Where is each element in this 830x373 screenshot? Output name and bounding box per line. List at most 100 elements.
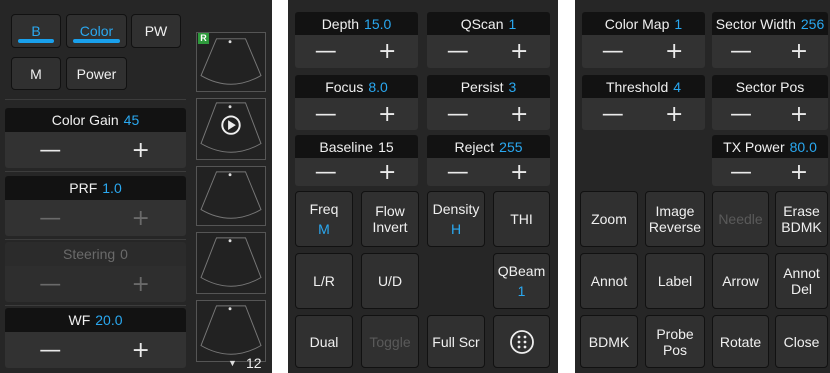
- sector-width-stepper: — +: [712, 35, 828, 68]
- ud-button[interactable]: U/D: [361, 253, 419, 309]
- color-gain-increase-button[interactable]: +: [96, 132, 187, 168]
- plus-icon: +: [378, 101, 397, 127]
- persist-decrease-button[interactable]: —: [427, 98, 489, 130]
- reject-decrease-button[interactable]: —: [427, 158, 489, 186]
- minus-icon: —: [446, 159, 469, 185]
- flow-invert-button[interactable]: Flow Invert: [361, 191, 419, 247]
- flow-invert-line2: Invert: [372, 219, 408, 235]
- reject-increase-button[interactable]: +: [489, 158, 551, 186]
- close-button[interactable]: Close: [775, 315, 828, 368]
- density-button[interactable]: Density H: [427, 191, 485, 247]
- probe-pos-button[interactable]: Probe Pos: [645, 315, 705, 368]
- zoom-label: Zoom: [591, 211, 627, 227]
- image-reverse-button[interactable]: Image Reverse: [645, 191, 705, 247]
- label-button[interactable]: Label: [645, 253, 705, 309]
- tx-power-header: TX Power 80.0: [712, 135, 828, 158]
- color-map-decrease-button[interactable]: —: [582, 35, 644, 68]
- qscan-increase-button[interactable]: +: [489, 35, 551, 68]
- qscan-decrease-button[interactable]: —: [427, 35, 489, 68]
- prf-stepper: — +: [5, 200, 186, 236]
- qscan-label: QScan: [460, 15, 504, 32]
- minus-icon: —: [314, 159, 337, 185]
- divider: [5, 171, 186, 172]
- arrow-button[interactable]: Arrow: [712, 253, 769, 309]
- steering-increase-button[interactable]: +: [96, 266, 187, 302]
- depth-increase-button[interactable]: +: [357, 35, 419, 68]
- depth-stepper: — +: [295, 35, 418, 68]
- ultrasound-fan-icon: [200, 171, 262, 219]
- annot-button[interactable]: Annot: [580, 253, 638, 309]
- full-screen-button[interactable]: Full Scr: [427, 315, 485, 368]
- thi-label: THI: [510, 211, 533, 227]
- sector-width-increase-button[interactable]: +: [770, 35, 828, 68]
- color-map-header: Color Map 1: [582, 12, 705, 35]
- plus-icon: +: [789, 159, 809, 185]
- tx-power-decrease-button[interactable]: —: [712, 158, 770, 186]
- persist-label: Persist: [460, 78, 504, 95]
- color-map-value: 1: [674, 15, 683, 32]
- annot-label: Annot: [590, 273, 628, 289]
- prf-label: PRF: [69, 180, 98, 196]
- prf-increase-button[interactable]: +: [96, 200, 187, 236]
- tx-power-increase-button[interactable]: +: [770, 158, 828, 186]
- baseline-decrease-button[interactable]: —: [295, 158, 357, 186]
- baseline-header: Baseline 15: [295, 135, 418, 158]
- sector-pos-decrease-button[interactable]: —: [712, 98, 770, 130]
- minus-icon: —: [446, 39, 469, 64]
- freq-button[interactable]: Freq M: [295, 191, 353, 247]
- plus-icon: +: [789, 39, 809, 64]
- minus-icon: —: [314, 101, 337, 127]
- sector-pos-increase-button[interactable]: +: [770, 98, 828, 130]
- baseline-increase-button[interactable]: +: [357, 158, 419, 186]
- persist-increase-button[interactable]: +: [489, 98, 551, 130]
- more-button[interactable]: [493, 315, 550, 368]
- mode-pw-button[interactable]: PW: [131, 14, 181, 48]
- scroll-down-icon[interactable]: ▼: [228, 358, 237, 368]
- image-thumbnail[interactable]: [196, 232, 266, 294]
- thi-button[interactable]: THI: [493, 191, 550, 247]
- bdmk-button[interactable]: BDMK: [580, 315, 638, 368]
- lr-button[interactable]: L/R: [295, 253, 353, 309]
- erase-bdmk-button[interactable]: Erase BDMK: [775, 191, 828, 247]
- mode-color-button[interactable]: Color: [66, 14, 127, 48]
- image-reverse-line2: Reverse: [648, 219, 702, 235]
- threshold-decrease-button[interactable]: —: [582, 98, 644, 130]
- image-thumbnail[interactable]: [196, 166, 266, 226]
- prf-value: 1.0: [102, 180, 122, 196]
- steering-decrease-button[interactable]: —: [5, 266, 96, 302]
- rotate-label: Rotate: [719, 333, 762, 350]
- needle-button[interactable]: Needle: [712, 191, 769, 247]
- video-thumbnail[interactable]: [196, 98, 266, 160]
- full-screen-label: Full Scr: [432, 333, 480, 350]
- steering-label: Steering: [63, 246, 116, 262]
- plus-icon: +: [131, 205, 150, 231]
- plus-icon: +: [665, 101, 684, 127]
- qbeam-button[interactable]: QBeam 1: [493, 253, 550, 309]
- threshold-increase-button[interactable]: +: [644, 98, 706, 130]
- toggle-button[interactable]: Toggle: [361, 315, 419, 368]
- color-gain-header: Color Gain 45: [5, 108, 186, 132]
- dual-button[interactable]: Dual: [295, 315, 353, 368]
- depth-decrease-button[interactable]: —: [295, 35, 357, 68]
- mode-b-button[interactable]: B: [11, 14, 61, 48]
- mode-power-button[interactable]: Power: [66, 57, 127, 90]
- minus-icon: —: [314, 39, 337, 64]
- sector-width-decrease-button[interactable]: —: [712, 35, 770, 68]
- color-map-stepper: — +: [582, 35, 705, 68]
- focus-decrease-button[interactable]: —: [295, 98, 357, 130]
- wf-increase-button[interactable]: +: [96, 332, 187, 368]
- focus-increase-button[interactable]: +: [357, 98, 419, 130]
- prf-decrease-button[interactable]: —: [5, 200, 96, 236]
- mode-m-button[interactable]: M: [11, 57, 61, 90]
- zoom-button[interactable]: Zoom: [580, 191, 638, 247]
- annot-del-button[interactable]: Annot Del: [775, 253, 828, 309]
- rotate-button[interactable]: Rotate: [712, 315, 769, 368]
- color-gain-decrease-button[interactable]: —: [5, 132, 96, 168]
- threshold-header: Threshold 4: [582, 75, 705, 98]
- image-thumbnail[interactable]: [196, 300, 266, 362]
- tx-power-stepper: — +: [712, 158, 828, 186]
- color-map-increase-button[interactable]: +: [644, 35, 706, 68]
- ultrasound-fan-icon: [200, 237, 262, 287]
- wf-decrease-button[interactable]: —: [5, 332, 96, 368]
- ud-label: U/D: [377, 273, 403, 289]
